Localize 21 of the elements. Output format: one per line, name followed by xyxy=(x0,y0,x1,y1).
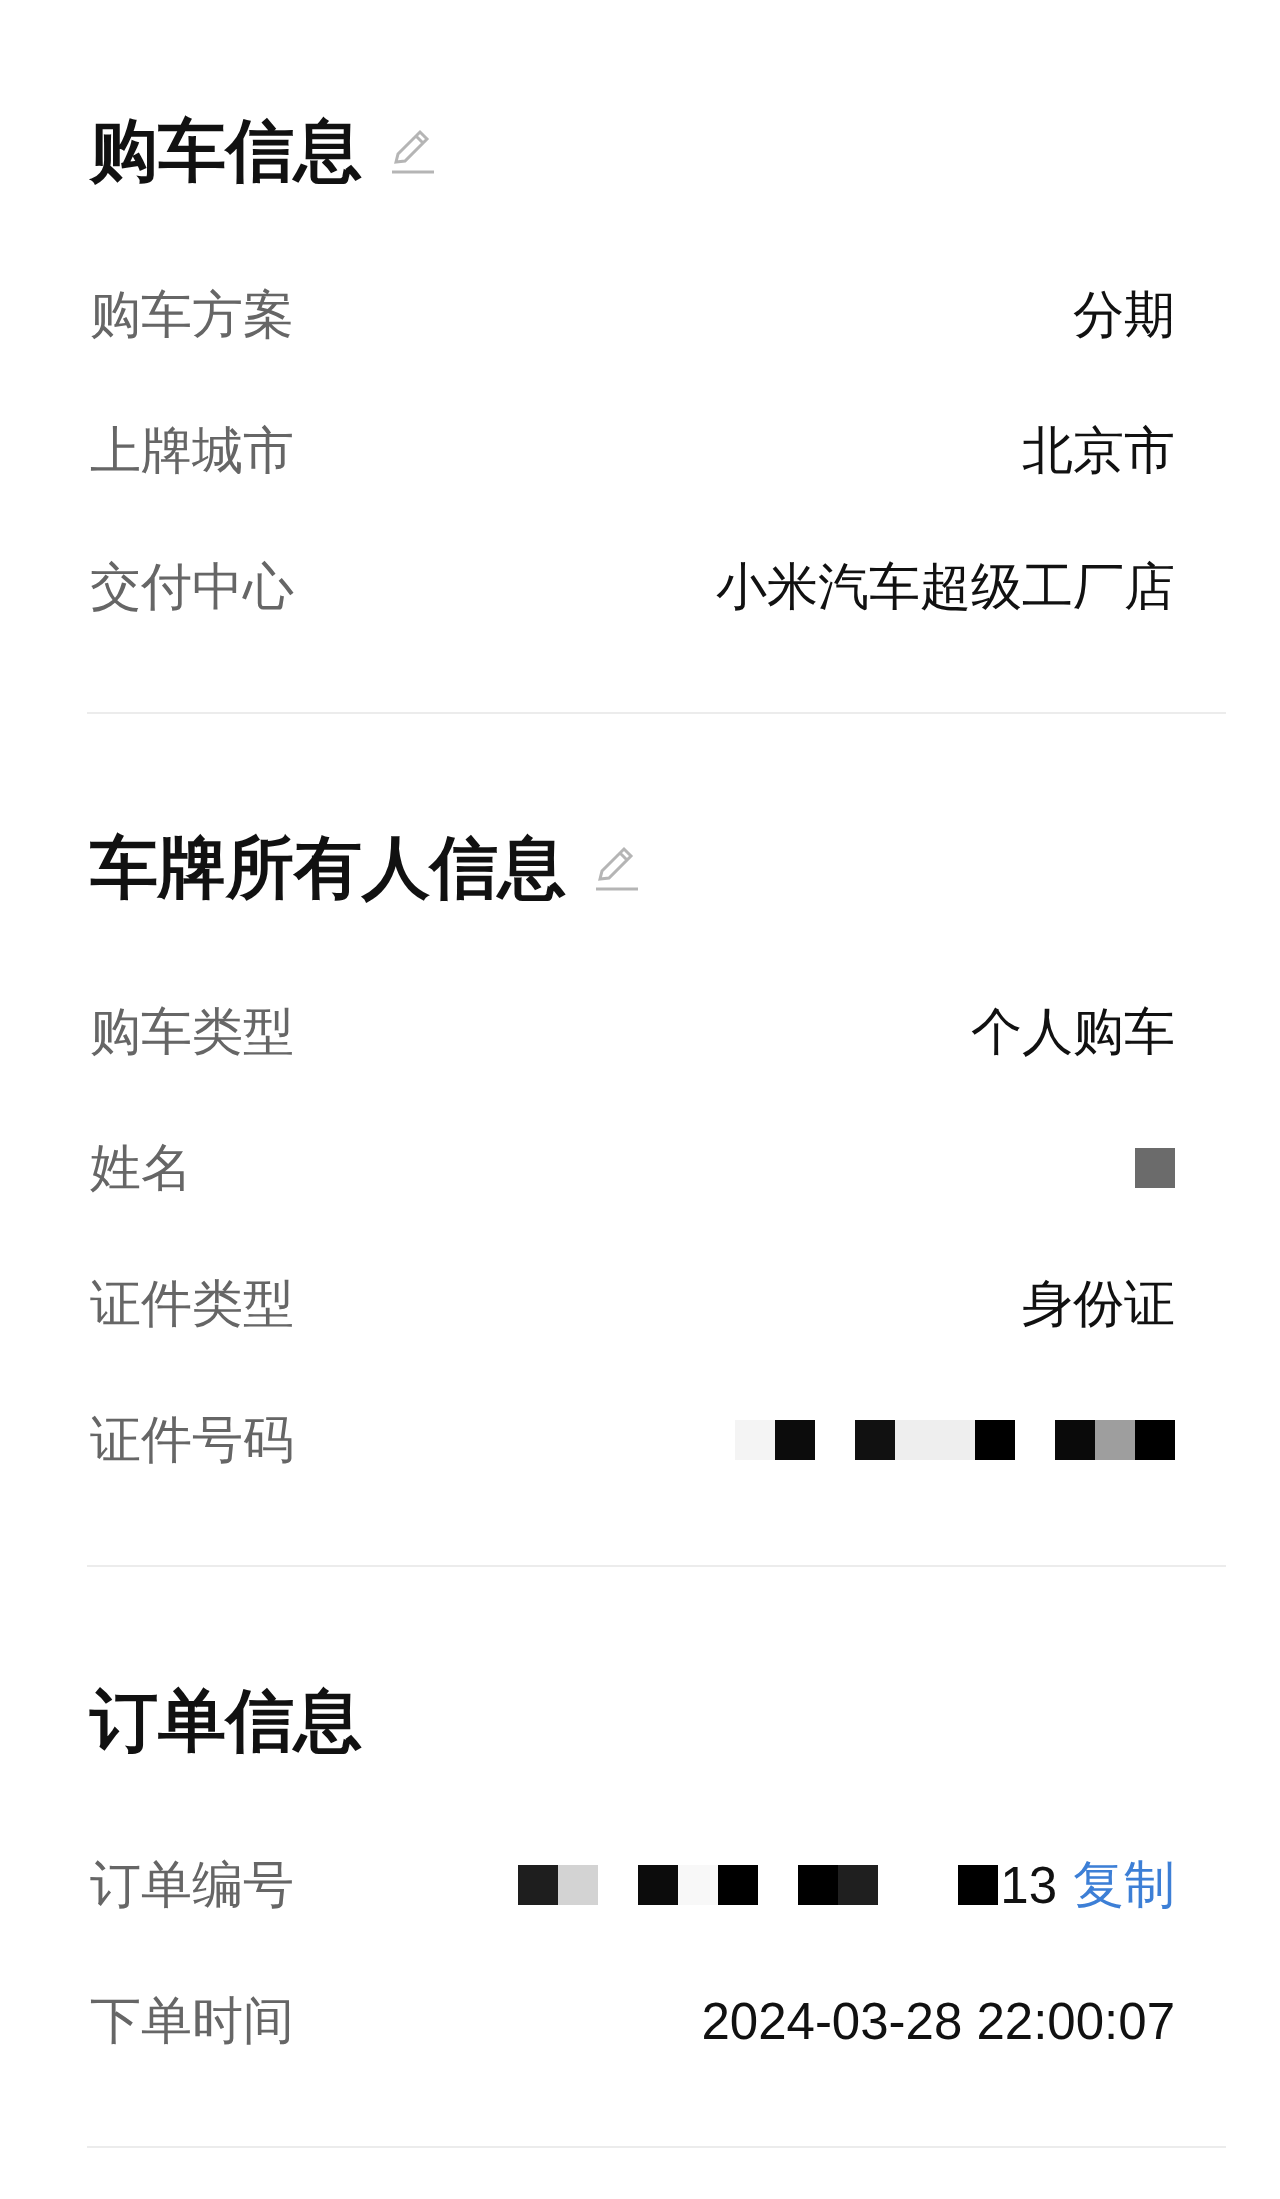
field-label: 购车方案 xyxy=(90,284,294,345)
copy-link[interactable]: 复制 xyxy=(1073,1850,1175,1920)
field-label: 证件号码 xyxy=(90,1409,294,1470)
section-title: 车牌所有人信息 xyxy=(90,828,566,907)
section-title: 购车信息 xyxy=(90,111,362,190)
field-value: 身份证 xyxy=(1022,1273,1175,1334)
field-label: 上牌城市 xyxy=(90,420,294,481)
field-value: 分期 xyxy=(1073,284,1175,345)
section-title: 订单信息 xyxy=(90,1681,362,1760)
field-label: 购车类型 xyxy=(90,1001,294,1062)
field-value: 个人购车 xyxy=(971,1001,1175,1062)
redaction-mosaic xyxy=(1135,1148,1175,1188)
field-value: 13 xyxy=(1000,1855,1057,1915)
field-label: 证件类型 xyxy=(90,1273,294,1334)
field-value: 北京市 xyxy=(1022,420,1175,481)
field-value: 小米汽车超级工厂店 xyxy=(716,556,1175,617)
field-label: 下单时间 xyxy=(90,1990,294,2051)
field-label: 姓名 xyxy=(90,1137,192,1198)
field-value: 2024-03-28 22:00:07 xyxy=(701,1991,1175,2051)
field-label: 交付中心 xyxy=(90,556,294,617)
field-label: 订单编号 xyxy=(90,1854,294,1915)
